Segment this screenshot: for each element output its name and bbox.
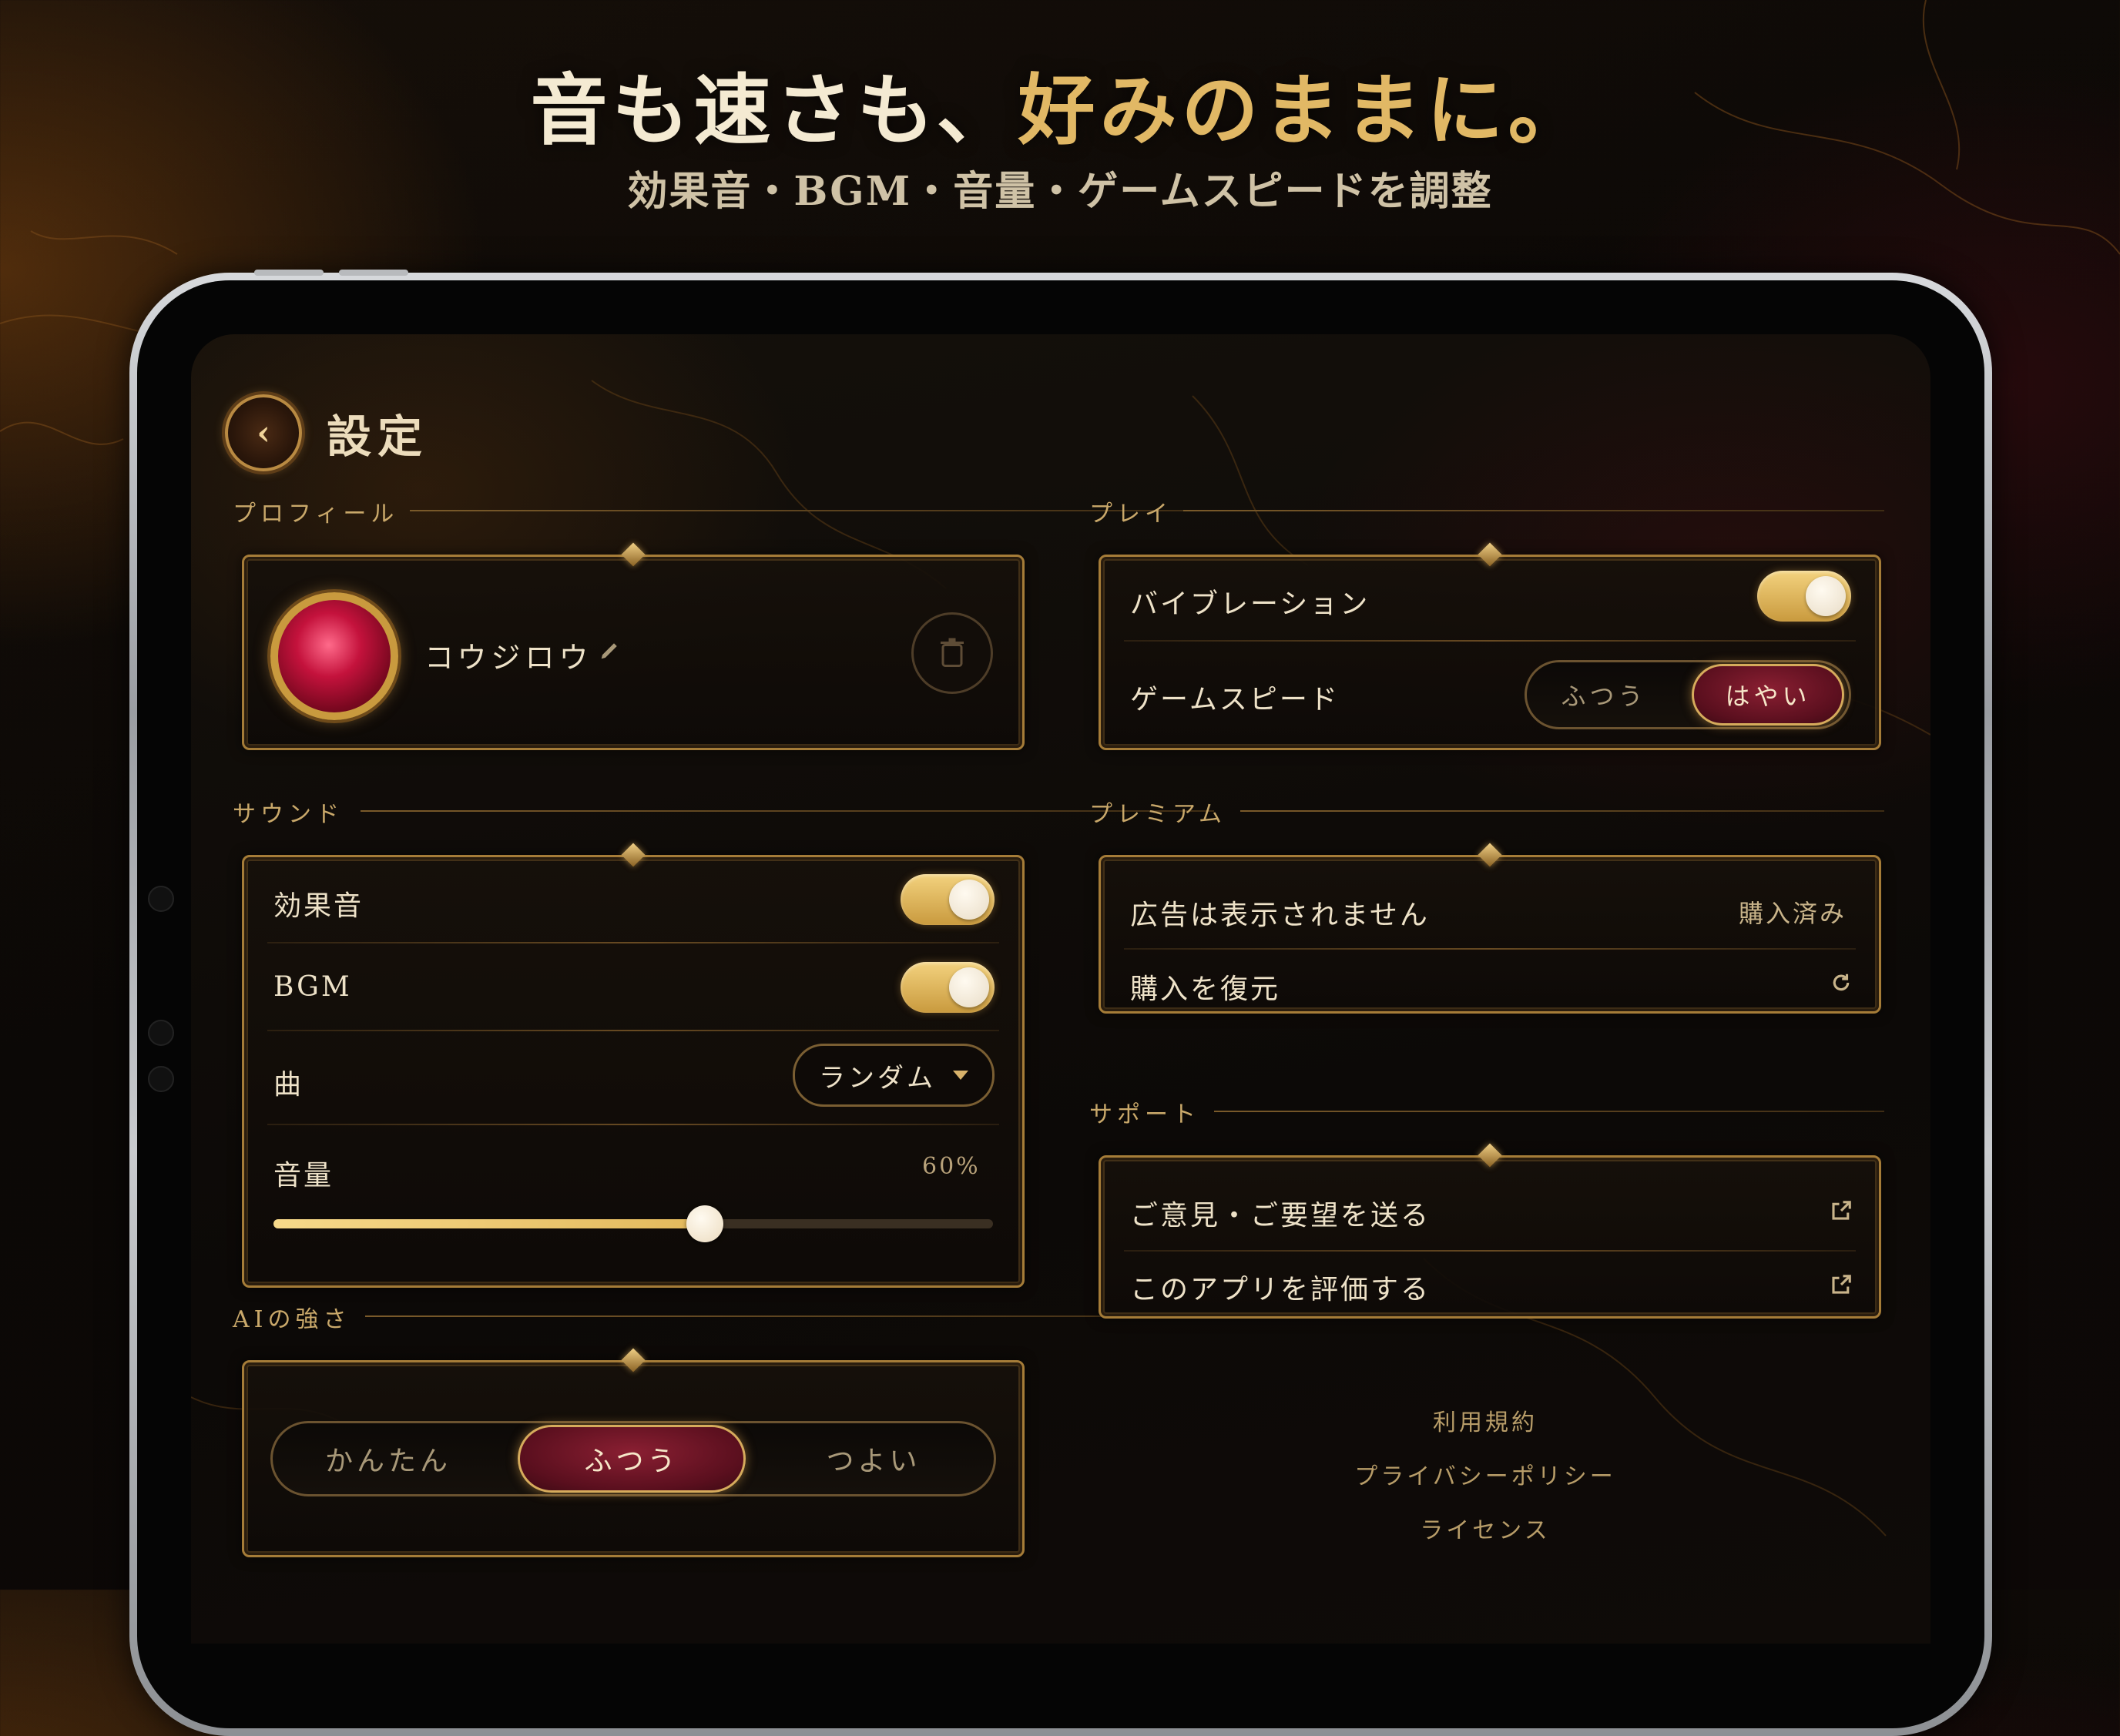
row-divider bbox=[1124, 640, 1856, 642]
section-label-sound: サウンド bbox=[233, 801, 344, 828]
device-camera-dot bbox=[148, 886, 174, 912]
speed-option-fast[interactable]: はやい bbox=[1692, 664, 1844, 726]
section-divider bbox=[1214, 1111, 1884, 1112]
sound-panel: 効果音 BGM 曲 ランダム 音量 60% bbox=[242, 843, 1025, 1288]
sfx-label: 効果音 bbox=[273, 890, 364, 922]
toggle-knob bbox=[949, 967, 989, 1007]
ai-option-easy[interactable]: かんたん bbox=[273, 1423, 504, 1494]
section-divider bbox=[361, 810, 1214, 812]
page-title: 設定 bbox=[327, 411, 429, 463]
back-button[interactable]: ‹ bbox=[225, 394, 302, 471]
terms-link[interactable]: 利用規約 bbox=[1331, 1403, 1639, 1437]
section-divider bbox=[1240, 810, 1884, 812]
row-divider bbox=[267, 942, 999, 943]
premium-panel: 広告は表示されません 購入済み 購入を復元 bbox=[1099, 843, 1881, 1014]
sfx-toggle[interactable] bbox=[901, 874, 995, 925]
chevron-left-icon: ‹ bbox=[257, 413, 270, 453]
app-screen: ‹ 設定 プロフィール コウジロウ サウンド 効果音 BGM 曲 ランダム 音量… bbox=[191, 334, 1930, 1644]
vibration-toggle[interactable] bbox=[1757, 571, 1851, 622]
song-dropdown-value: ランダム bbox=[819, 1062, 936, 1094]
external-link-icon[interactable] bbox=[1830, 1199, 1853, 1222]
song-label: 曲 bbox=[273, 1069, 304, 1101]
row-divider bbox=[1124, 1250, 1856, 1252]
bgm-toggle[interactable] bbox=[901, 962, 995, 1013]
purchase-status: 購入済み bbox=[1739, 899, 1847, 928]
section-label-play: プレイ bbox=[1089, 501, 1172, 528]
ai-option-strong[interactable]: つよい bbox=[758, 1423, 989, 1494]
speed-option-normal[interactable]: ふつう bbox=[1527, 662, 1681, 727]
device-camera-dot bbox=[148, 1066, 174, 1092]
ai-strength-selector[interactable]: かんたん ふつう つよい bbox=[270, 1421, 996, 1496]
device-camera-dot bbox=[148, 1020, 174, 1046]
no-ads-label: 広告は表示されません bbox=[1130, 900, 1430, 931]
headline-accent: 好みのままに。 bbox=[1018, 65, 1590, 156]
external-link-icon[interactable] bbox=[1830, 1273, 1853, 1296]
delete-profile-button[interactable] bbox=[911, 612, 993, 694]
privacy-policy-link[interactable]: プライバシーポリシー bbox=[1293, 1457, 1678, 1491]
section-label-ai: AIの強さ bbox=[233, 1306, 351, 1333]
volume-value: 60% bbox=[922, 1153, 981, 1180]
section-label-profile: プロフィール bbox=[233, 501, 399, 528]
row-divider bbox=[1124, 948, 1856, 950]
license-link[interactable]: ライセンス bbox=[1331, 1511, 1639, 1545]
ai-strength-panel: かんたん ふつう つよい bbox=[242, 1348, 1025, 1557]
section-label-support: サポート bbox=[1089, 1101, 1200, 1128]
chevron-down-icon bbox=[953, 1071, 968, 1080]
volume-label: 音量 bbox=[273, 1160, 334, 1191]
volume-slider-handle[interactable] bbox=[686, 1205, 724, 1242]
trash-icon bbox=[941, 638, 964, 667]
pencil-icon[interactable] bbox=[599, 638, 622, 662]
toggle-knob bbox=[949, 880, 989, 920]
section-label-premium: プレミアム bbox=[1089, 801, 1226, 828]
avatar[interactable] bbox=[270, 592, 398, 720]
song-dropdown[interactable]: ランダム bbox=[793, 1044, 995, 1107]
subheadline: 効果音・BGM・音量・ゲームスピードを調整 bbox=[627, 168, 1493, 215]
volume-slider[interactable] bbox=[273, 1205, 993, 1242]
send-feedback-button[interactable]: ご意見・ご要望を送る bbox=[1130, 1193, 1431, 1233]
section-divider bbox=[1183, 510, 1884, 511]
game-speed-label: ゲームスピード bbox=[1130, 684, 1340, 716]
bgm-label: BGM bbox=[273, 971, 352, 1003]
restore-purchase-button[interactable]: 購入を復元 bbox=[1130, 967, 1280, 1007]
ai-option-normal[interactable]: ふつう bbox=[518, 1425, 746, 1493]
device-top-button bbox=[339, 270, 408, 276]
rate-app-button[interactable]: このアプリを評価する bbox=[1130, 1267, 1431, 1307]
section-divider bbox=[365, 1315, 1214, 1317]
volume-slider-fill bbox=[273, 1219, 706, 1228]
headline: 音も速さも、好みのままに。 bbox=[0, 48, 2120, 159]
device-top-button bbox=[254, 270, 324, 276]
refresh-icon[interactable] bbox=[1830, 971, 1853, 994]
support-panel: ご意見・ご要望を送る このアプリを評価する bbox=[1099, 1143, 1881, 1319]
row-divider bbox=[267, 1124, 999, 1125]
game-speed-selector[interactable]: ふつう はやい bbox=[1525, 660, 1851, 729]
vibration-label: バイブレーション bbox=[1130, 588, 1370, 620]
profile-name: コウジロウ bbox=[424, 641, 593, 675]
toggle-knob bbox=[1806, 576, 1846, 616]
play-panel: バイブレーション ゲームスピード ふつう はやい bbox=[1099, 542, 1881, 750]
headline-main: 音も速さも、 bbox=[530, 65, 1018, 156]
row-divider bbox=[267, 1030, 999, 1031]
profile-panel: コウジロウ bbox=[242, 542, 1025, 750]
